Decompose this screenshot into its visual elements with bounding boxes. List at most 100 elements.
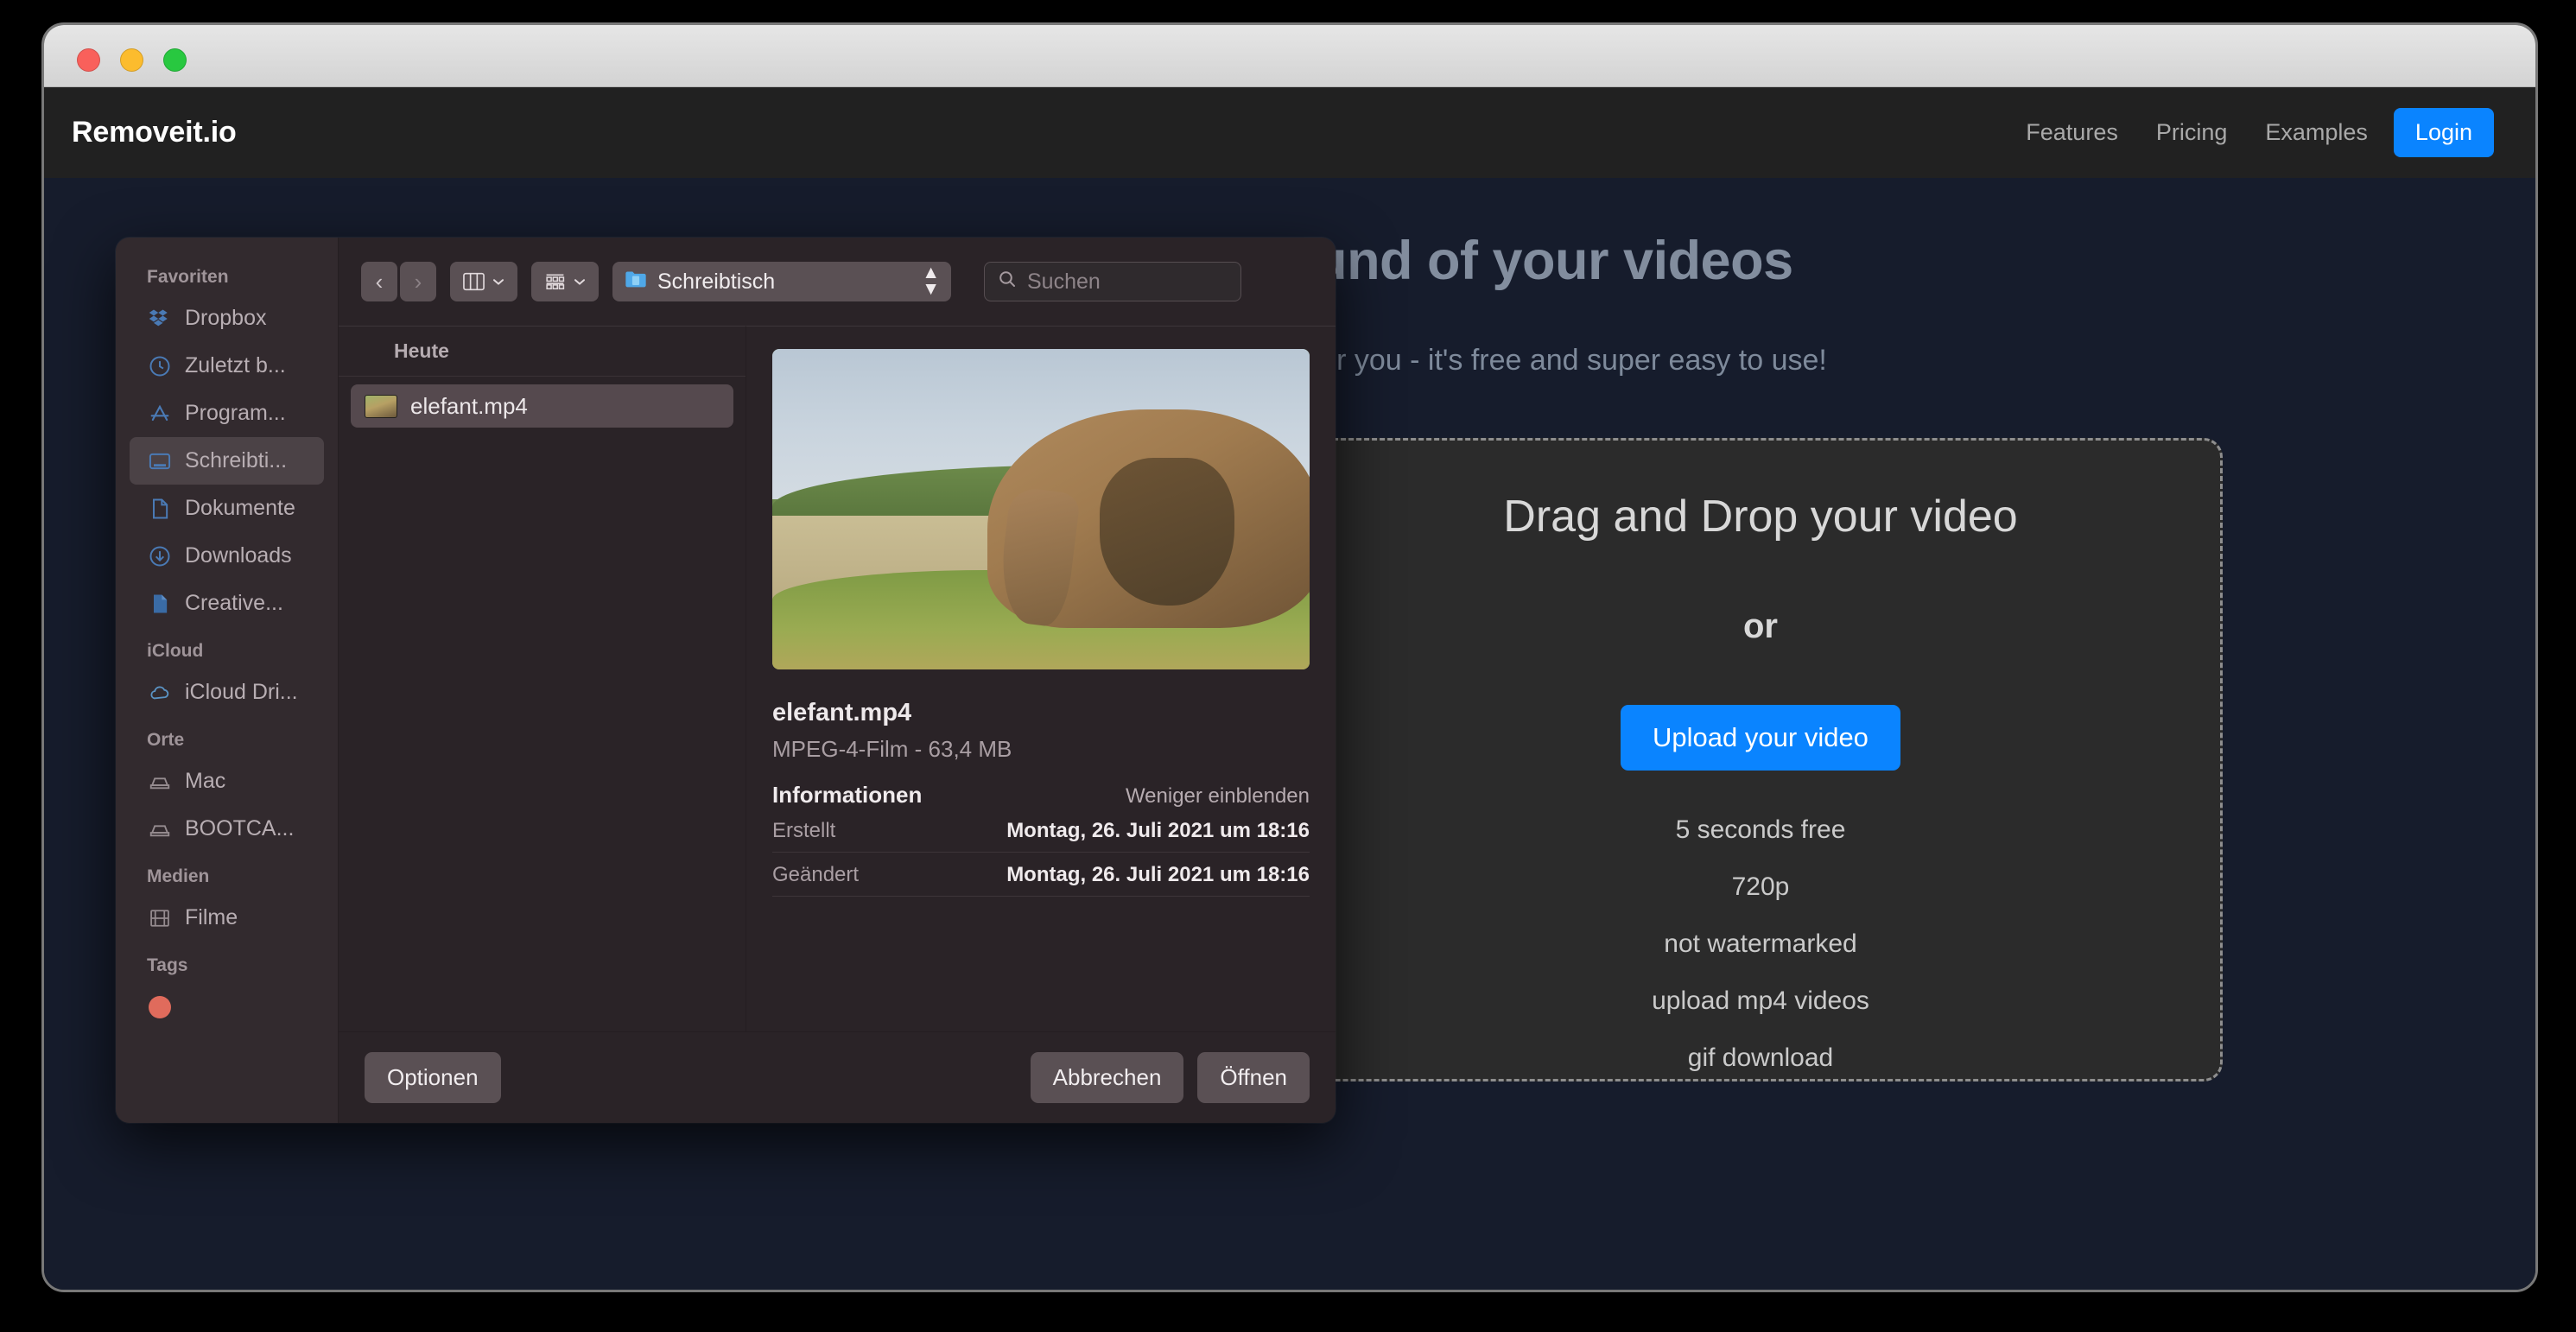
browser-window: Removeit.io Features Pricing Examples Lo… bbox=[41, 22, 2538, 1292]
sidebar-item-label: Creative... bbox=[185, 591, 283, 615]
sidebar-group-title-orte: Orte bbox=[147, 730, 185, 750]
cancel-button[interactable]: Abbrechen bbox=[1030, 1052, 1184, 1103]
folder-icon bbox=[624, 269, 648, 295]
dropzone-or-label: or bbox=[1743, 607, 1778, 645]
minimize-window-button[interactable] bbox=[120, 48, 143, 72]
chevron-down-icon bbox=[574, 279, 585, 285]
sidebar-item-label: Dropbox bbox=[185, 306, 267, 330]
finder-body: Heute elefant.mp4 elefant.mp4 MPEG-4-Fil… bbox=[339, 326, 1336, 1031]
search-placeholder: Suchen bbox=[1027, 269, 1101, 294]
group-view-button[interactable] bbox=[531, 262, 599, 301]
feature-item: 5 seconds free bbox=[1675, 815, 1846, 844]
sidebar-item-label: Dokumente bbox=[185, 496, 295, 520]
file-group-header: Heute bbox=[339, 327, 746, 377]
tag-dot-icon bbox=[147, 994, 173, 1020]
sidebar-item-label: Downloads bbox=[185, 543, 292, 568]
brand-logo[interactable]: Removeit.io bbox=[72, 116, 237, 149]
zoom-window-button[interactable] bbox=[163, 48, 187, 72]
close-window-button[interactable] bbox=[77, 48, 100, 72]
video-preview-thumbnail bbox=[772, 349, 1310, 669]
sidebar-item-applications[interactable]: Program... bbox=[130, 390, 324, 437]
sidebar-item-label: iCloud Dri... bbox=[185, 680, 298, 704]
file-list-item[interactable]: elefant.mp4 bbox=[351, 384, 733, 428]
sidebar-item-movies[interactable]: Filme bbox=[130, 894, 324, 942]
path-label: Schreibtisch bbox=[657, 269, 776, 294]
info-row-created: Erstellt Montag, 26. Juli 2021 um 18:16 bbox=[772, 809, 1310, 853]
sidebar-item-downloads[interactable]: Downloads bbox=[130, 532, 324, 580]
drive-icon bbox=[147, 769, 173, 795]
sidebar-item-label: Schreibti... bbox=[185, 448, 288, 473]
search-input[interactable]: Suchen bbox=[984, 262, 1241, 301]
upload-video-button[interactable]: Upload your video bbox=[1621, 705, 1900, 771]
finder-nav-buttons: ‹ › bbox=[361, 262, 436, 301]
feature-item: not watermarked bbox=[1664, 929, 1857, 958]
document-icon bbox=[147, 496, 173, 522]
sidebar-item-label: BOOTCA... bbox=[185, 816, 295, 840]
sidebar-item-creative[interactable]: Creative... bbox=[130, 580, 324, 627]
feature-item: 720p bbox=[1731, 872, 1790, 901]
video-dropzone[interactable]: Drag and Drop your video or Upload your … bbox=[1298, 438, 2223, 1081]
drive-icon bbox=[147, 816, 173, 842]
finder-main: ‹ › Schreibtisch ▲ ▼ Suchen Heute elefan… bbox=[339, 238, 1336, 1123]
sidebar-item-recents[interactable]: Zuletzt b... bbox=[130, 342, 324, 390]
sidebar-item-tag-clipped[interactable] bbox=[130, 983, 324, 1031]
sidebar-item-dropbox[interactable]: Dropbox bbox=[130, 295, 324, 342]
nav-item-features[interactable]: Features bbox=[2007, 119, 2137, 146]
forward-button[interactable]: › bbox=[400, 262, 436, 301]
file-list-column: Heute elefant.mp4 bbox=[339, 326, 746, 1031]
finder-sidebar: Favoriten Dropbox Zuletzt b... Program..… bbox=[116, 238, 339, 1123]
info-key: Erstellt bbox=[772, 819, 836, 842]
column-view-button[interactable] bbox=[450, 262, 517, 301]
dropzone-feature-list: 5 seconds free 720p not watermarked uplo… bbox=[1652, 815, 1869, 1073]
sidebar-item-documents[interactable]: Dokumente bbox=[130, 485, 324, 532]
clock-icon bbox=[147, 353, 173, 379]
sidebar-item-mac[interactable]: Mac bbox=[130, 758, 324, 805]
sidebar-item-desktop[interactable]: Schreibti... bbox=[130, 437, 324, 485]
window-titlebar bbox=[44, 25, 2535, 87]
main-nav: Features Pricing Examples Login bbox=[2007, 108, 2494, 157]
stepper-icon: ▲ ▼ bbox=[922, 263, 940, 299]
video-thumbnail-icon bbox=[365, 394, 397, 418]
dropzone-wrapper: Drag and Drop your video or Upload your … bbox=[1277, 438, 2244, 1081]
dropbox-icon bbox=[147, 306, 173, 332]
info-title: Informationen bbox=[772, 782, 923, 808]
preview-info-header: Informationen Weniger einblenden bbox=[772, 782, 1310, 809]
sidebar-item-label: Mac bbox=[185, 769, 226, 793]
cloud-icon bbox=[147, 680, 173, 706]
feature-item: gif download bbox=[1687, 1043, 1834, 1072]
sidebar-item-label: Zuletzt b... bbox=[185, 353, 286, 377]
open-button[interactable]: Öffnen bbox=[1197, 1052, 1310, 1103]
site-header: Removeit.io Features Pricing Examples Lo… bbox=[44, 87, 2535, 178]
feature-item: upload mp4 videos bbox=[1652, 986, 1869, 1015]
sidebar-group-title-medien: Medien bbox=[147, 866, 210, 886]
desktop-icon bbox=[147, 448, 173, 474]
info-toggle-link[interactable]: Weniger einblenden bbox=[1126, 784, 1310, 809]
back-button[interactable]: ‹ bbox=[361, 262, 397, 301]
chevron-down-icon bbox=[493, 279, 504, 285]
options-button[interactable]: Optionen bbox=[365, 1052, 501, 1103]
preview-file-name: elefant.mp4 bbox=[772, 699, 912, 726]
sidebar-item-bootcamp[interactable]: BOOTCA... bbox=[130, 805, 324, 853]
sidebar-item-label: Filme bbox=[185, 905, 238, 929]
finder-footer: Optionen Abbrechen Öffnen bbox=[339, 1031, 1336, 1123]
dropzone-title: Drag and Drop your video bbox=[1503, 492, 2018, 542]
sidebar-group-title-favoriten: Favoriten bbox=[147, 267, 229, 287]
sidebar-item-icloud-drive[interactable]: iCloud Dri... bbox=[130, 669, 324, 716]
file-preview-column: elefant.mp4 MPEG-4-Film - 63,4 MB Inform… bbox=[746, 326, 1336, 1031]
sidebar-group-title-tags: Tags bbox=[147, 955, 188, 975]
download-icon bbox=[147, 543, 173, 569]
preview-file-kind: MPEG-4-Film - 63,4 MB bbox=[772, 736, 1012, 762]
sidebar-group-title-icloud: iCloud bbox=[147, 641, 204, 661]
applications-icon bbox=[147, 401, 173, 427]
nav-item-pricing[interactable]: Pricing bbox=[2137, 119, 2247, 146]
sidebar-item-label: Program... bbox=[185, 401, 286, 425]
login-button[interactable]: Login bbox=[2393, 108, 2494, 157]
film-icon bbox=[147, 905, 173, 931]
search-icon bbox=[997, 269, 1018, 295]
nav-item-examples[interactable]: Examples bbox=[2246, 119, 2387, 146]
path-select[interactable]: Schreibtisch ▲ ▼ bbox=[612, 262, 951, 301]
info-value: Montag, 26. Juli 2021 um 18:16 bbox=[1006, 819, 1310, 842]
info-value: Montag, 26. Juli 2021 um 18:16 bbox=[1006, 863, 1310, 886]
file-name-label: elefant.mp4 bbox=[410, 392, 528, 419]
info-row-modified: Geändert Montag, 26. Juli 2021 um 18:16 bbox=[772, 853, 1310, 897]
